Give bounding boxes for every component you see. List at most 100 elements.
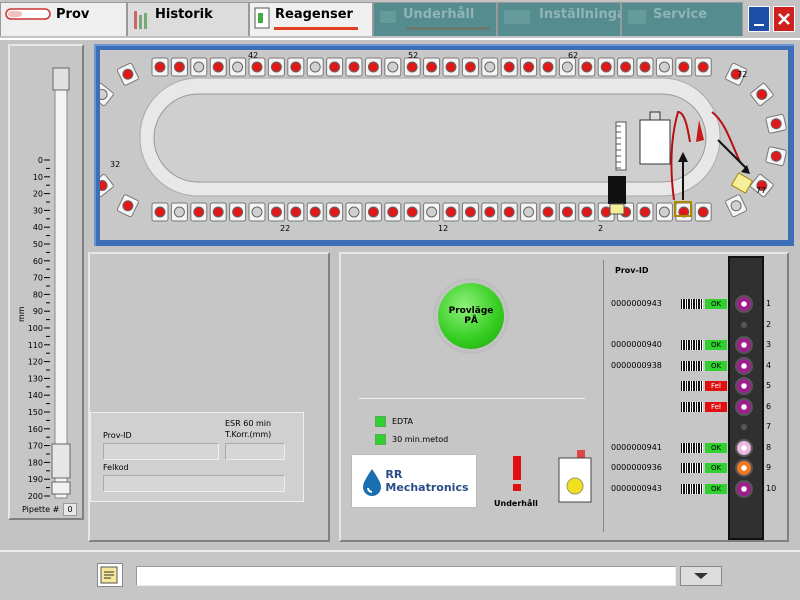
carousel-slot: [267, 202, 285, 222]
tab-label: Historik: [155, 7, 213, 22]
carousel-slot: [403, 57, 421, 77]
pipette-tick-label: 100: [28, 324, 43, 333]
maintenance-icon: [378, 7, 398, 31]
carousel-slot: [170, 202, 188, 222]
active-tab-indicator: [274, 27, 358, 30]
divider: [359, 398, 585, 399]
rack-slot-number: 9: [766, 463, 772, 472]
tab-label: Inställningar: [539, 7, 633, 22]
carousel-slot: [116, 62, 139, 86]
tab-prov[interactable]: Prov: [0, 2, 127, 36]
service-icon: [626, 7, 648, 31]
message-dropdown-button[interactable]: [680, 566, 722, 586]
pipette-tick-label: 10: [33, 173, 43, 182]
carousel-slot: [345, 202, 363, 222]
carousel-slot: [461, 57, 479, 77]
prov-id-field: [103, 443, 219, 460]
carousel-slot: [636, 202, 654, 222]
pipette-tube: [54, 67, 68, 499]
carousel-pos-72: 72: [737, 70, 748, 79]
pipette-tick-label: 90: [33, 307, 43, 316]
chevron-down-icon: [694, 573, 708, 579]
pickup-slot: [730, 172, 754, 194]
close-button[interactable]: [773, 6, 795, 32]
rack-slot-number: 7: [766, 422, 772, 431]
warning-exclamation-icon: [513, 456, 521, 491]
carousel-slot: [694, 202, 712, 222]
pipette-tick-label: 170: [28, 442, 43, 451]
carousel-slot: [306, 57, 324, 77]
pipette-tick-label: 50: [33, 240, 43, 249]
carousel-slot: [481, 57, 499, 77]
pipette-scale: 0 10 20 30 40 50 60 70 80 90 100 110 120 130 140 150 160…: [28, 67, 71, 501]
tab-label: Prov: [56, 7, 90, 22]
rack-slot-number: 8: [766, 442, 772, 452]
provlage-button[interactable]: Provläge PÅ: [438, 283, 504, 349]
rack-slot-number: 3: [766, 340, 772, 349]
pipette-tick-label: 80: [33, 290, 43, 299]
carousel-slot: [306, 202, 324, 222]
barcode-icon: [681, 483, 703, 494]
carousel-pos-2: 2: [598, 224, 604, 233]
carousel-slot: [750, 82, 774, 107]
tab-service[interactable]: Service: [621, 2, 743, 36]
carousel-slot: [500, 202, 518, 222]
pipette-plunger: [52, 67, 70, 91]
rack-prov-id: 0000000943: [611, 483, 662, 493]
notes-button[interactable]: [97, 563, 123, 587]
carousel-slot: [229, 202, 247, 222]
rack-divider: [603, 260, 604, 532]
pipette-tick-label: 200: [28, 492, 43, 501]
rack-slot-number: 6: [766, 401, 772, 411]
rr-logo: RR Mechatronics: [351, 454, 477, 508]
tab-installningar[interactable]: Inställningar: [497, 2, 632, 36]
carousel-panel: 42 52 62 22 12 2 32 72 77: [77, 50, 788, 240]
pipette-tick-label: 140: [28, 391, 43, 400]
pipette-tick-label: 160: [28, 425, 43, 434]
carousel-slot: [655, 57, 673, 77]
provlage-line1: Provläge: [448, 306, 494, 316]
carousel-pos-52: 52: [408, 51, 419, 60]
provlage-line2: PÅ: [464, 316, 478, 326]
carousel-slot: [116, 194, 139, 218]
rack-tube: [735, 356, 753, 375]
carousel-slot: [500, 57, 518, 77]
barcode-icon: [681, 442, 703, 453]
barcode-icon: [681, 401, 703, 412]
carousel-slot: [442, 57, 460, 77]
carousel-slot: [190, 57, 208, 77]
waste-container-icon: [558, 450, 592, 503]
pipette-tick-label: 40: [33, 223, 43, 232]
minimize-button[interactable]: [748, 6, 770, 32]
tab-historik[interactable]: Historik: [127, 2, 249, 36]
pipette-tick-label: 110: [28, 341, 43, 350]
carousel-pos-12: 12: [438, 224, 449, 233]
rack-empty-slot: [741, 424, 747, 430]
carousel-slot: [209, 57, 227, 77]
rack-header: Prov-ID: [615, 266, 649, 275]
felkod-field: [103, 475, 285, 492]
pipette-tick-label: 20: [33, 190, 43, 199]
carousel-slot: [597, 57, 615, 77]
tab-underhall[interactable]: Underhåll: [373, 2, 497, 36]
barcode-icon: [681, 381, 703, 391]
rack-status-badge: OK: [705, 340, 727, 350]
carousel-slot: [675, 202, 693, 222]
tab-reagenser[interactable]: Reagenser: [249, 2, 373, 36]
rack-slot-number: 1: [766, 299, 772, 308]
rack-status-badge: Fel: [705, 401, 727, 412]
rack-status-badge: OK: [705, 442, 727, 453]
esr-field: [225, 443, 285, 460]
carousel-slot: [539, 57, 557, 77]
message-field[interactable]: [136, 566, 676, 586]
reagent-doc-icon: [254, 7, 270, 33]
carousel-slot: [765, 113, 787, 134]
edta-label: EDTA: [392, 417, 413, 426]
prov-id-label: Prov-ID: [103, 431, 132, 440]
pipette-unit: mm: [17, 306, 26, 322]
carousel-slot: [190, 202, 208, 222]
notes-icon: [100, 566, 118, 584]
carousel-slot: [558, 202, 576, 222]
rack-status-badge: OK: [705, 299, 727, 309]
app-window: Prov Historik Reagenser Underhåll Instäl…: [0, 0, 800, 600]
